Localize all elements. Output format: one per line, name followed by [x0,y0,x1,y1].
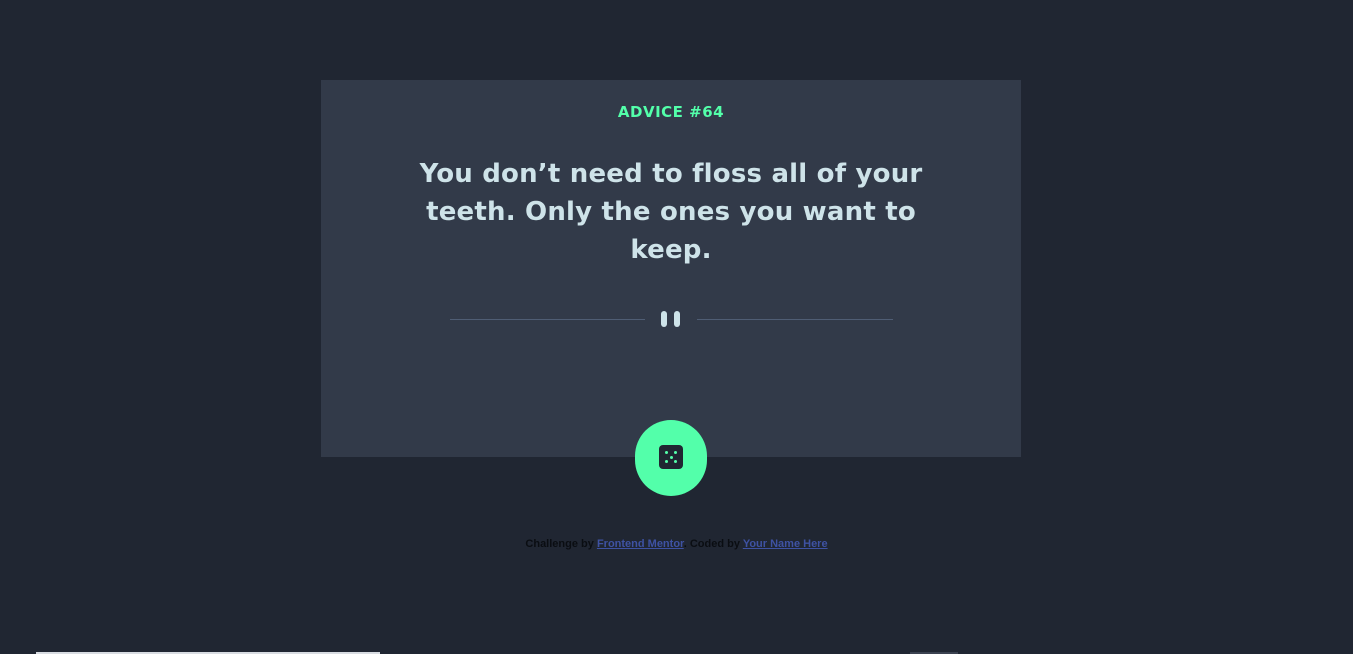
dice-pip [669,455,673,459]
dice-pip [665,451,668,454]
dice-pip [665,460,668,463]
dice-pip [674,460,677,463]
author-link[interactable]: Your Name Here [743,538,828,550]
dice-pip [674,451,677,454]
pause-bar-left [661,311,667,327]
dice-icon [659,445,683,469]
attribution-coded-prefix: . Coded by [683,538,740,550]
advice-card: ADVICE #64 You don’t need to floss all o… [321,80,1021,457]
advice-quote: You don’t need to floss all of your teet… [419,159,923,265]
divider-right-line [697,319,893,320]
frontend-mentor-link[interactable]: Frontend Mentor [597,538,684,550]
advice-number: ADVICE #64 [617,103,725,121]
new-advice-dice-button[interactable] [635,420,707,496]
attribution: Challenge by Frontend Mentor. Coded by Y… [0,538,1353,550]
divider-left-line [450,319,645,320]
attribution-challenge-prefix: Challenge by [525,538,594,550]
pause-bar-right [674,311,680,327]
